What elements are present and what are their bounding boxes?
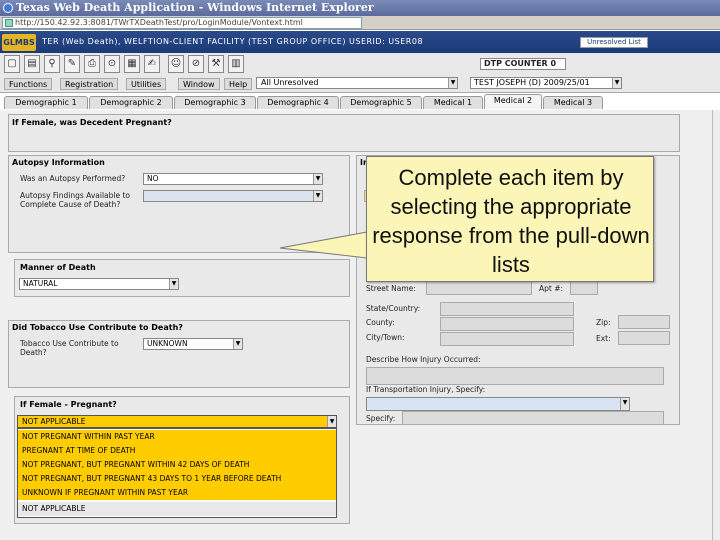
instruction-callout: Complete each item by selecting the appr… bbox=[366, 156, 654, 282]
callout-text: Complete each item by selecting the appr… bbox=[372, 165, 650, 277]
